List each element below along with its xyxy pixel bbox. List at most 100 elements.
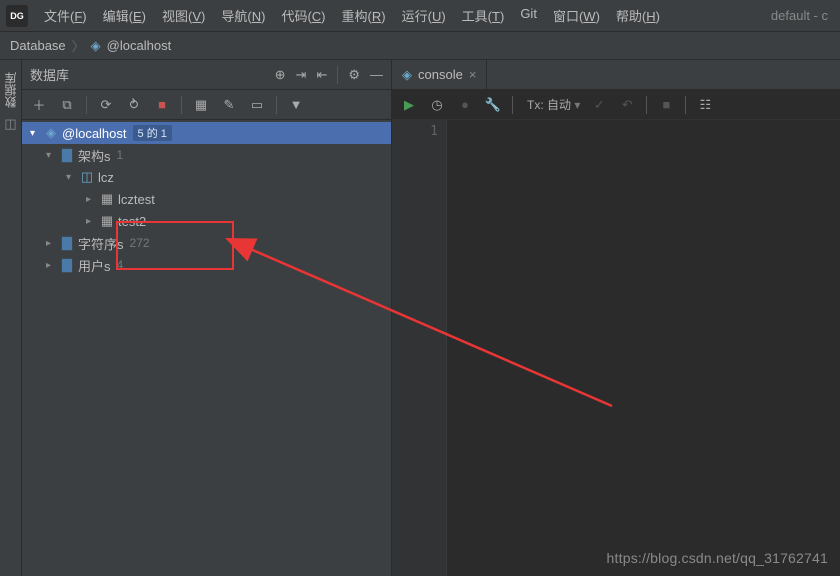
panel-toolbar: ＋ ⧉ ⟳ ⥁ ■ ▦ ✎ ▭ ▼ bbox=[22, 90, 391, 120]
menu-工具[interactable]: 工具(T) bbox=[454, 2, 513, 29]
separator bbox=[512, 96, 513, 114]
query-icon[interactable]: ▭ bbox=[248, 97, 266, 113]
disabled-icon: ● bbox=[456, 97, 474, 112]
editor-tabs: ◈ console × bbox=[392, 60, 840, 90]
editor-area: ◈ console × ▶ ◷ ● 🔧 Tx: 自动 ▾ ✓ ↶ ■ ☷ 1 bbox=[392, 60, 840, 576]
collapse-icon[interactable]: ⇥ bbox=[296, 67, 307, 83]
node-count: 4 bbox=[117, 258, 124, 272]
panel-header: 数据库 ⊕ ⇥ ⇤ ⚙ — bbox=[22, 60, 391, 90]
chevron-right-icon: ▸ bbox=[86, 216, 98, 227]
tree-node-schemas[interactable]: ▾ ▇ 架构s 1 bbox=[22, 144, 391, 166]
separator bbox=[337, 66, 338, 84]
editor-body[interactable]: 1 bbox=[392, 120, 840, 576]
editor-tab-console[interactable]: ◈ console × bbox=[392, 60, 487, 89]
menu-帮助[interactable]: 帮助(H) bbox=[608, 2, 668, 29]
rollback-icon[interactable]: ↶ bbox=[618, 97, 636, 113]
chevron-right-icon: ▸ bbox=[86, 194, 98, 205]
stop-exec-icon: ■ bbox=[657, 97, 675, 112]
tree-node-lcz[interactable]: ▾ ◫ lcz bbox=[22, 166, 391, 188]
folder-icon: ▇ bbox=[58, 235, 76, 251]
node-count: 272 bbox=[130, 236, 150, 250]
target-icon[interactable]: ⊕ bbox=[275, 67, 286, 83]
editor-gutter: 1 bbox=[392, 120, 447, 576]
hide-icon[interactable]: — bbox=[370, 67, 383, 82]
refresh-icon[interactable]: ⟳ bbox=[97, 97, 115, 113]
breadcrumb-separator: 〉 bbox=[72, 36, 85, 55]
menu-窗口[interactable]: 窗口(W) bbox=[545, 2, 608, 29]
menu-重构[interactable]: 重构(R) bbox=[334, 2, 394, 29]
separator bbox=[646, 96, 647, 114]
menu-文件[interactable]: 文件(F) bbox=[36, 2, 95, 29]
edit-icon[interactable]: ✎ bbox=[220, 97, 238, 113]
table-view-icon[interactable]: ▦ bbox=[192, 97, 210, 113]
history-icon[interactable]: ◷ bbox=[428, 97, 446, 113]
chevron-down-icon: ▾ bbox=[66, 172, 78, 183]
database-tree: ▾ ◈ @localhost 5 的 1 ▾ ▇ 架构s 1 ▾ ◫ lcz ▸… bbox=[22, 120, 391, 576]
watermark: https://blog.csdn.net/qq_31762741 bbox=[607, 550, 828, 566]
play-icon[interactable]: ▶ bbox=[400, 97, 418, 113]
line-number: 1 bbox=[400, 124, 438, 139]
tree-node-charsets[interactable]: ▸ ▇ 字符序s 272 bbox=[22, 232, 391, 254]
chevron-down-icon: ▾ bbox=[30, 128, 42, 139]
node-label: test2 bbox=[118, 214, 146, 229]
chevron-right-icon: ▸ bbox=[46, 238, 58, 249]
schema-icon: ◫ bbox=[78, 169, 96, 185]
close-icon[interactable]: × bbox=[469, 67, 477, 82]
breadcrumb-root[interactable]: Database bbox=[10, 38, 66, 53]
chevron-right-icon: ▸ bbox=[46, 260, 58, 271]
tree-node-table-test2[interactable]: ▸ ▦ test2 bbox=[22, 210, 391, 232]
node-label: lcztest bbox=[118, 192, 155, 207]
menu-运行[interactable]: 运行(U) bbox=[394, 2, 454, 29]
breadcrumb: Database 〉 ◈ @localhost bbox=[0, 32, 840, 60]
tool-window-tab-database[interactable]: 数据库 bbox=[2, 72, 19, 108]
tree-node-datasource[interactable]: ▾ ◈ @localhost 5 的 1 bbox=[22, 122, 391, 144]
breadcrumb-db[interactable]: @localhost bbox=[107, 38, 172, 53]
database-strip-icon: ◫ bbox=[4, 116, 16, 132]
tool-window-strip: 数据库 ◫ bbox=[0, 60, 22, 576]
database-icon: ◈ bbox=[91, 38, 101, 54]
node-badge: 5 的 1 bbox=[133, 125, 172, 141]
main-menu-bar: DG 文件(F)编辑(E)视图(V)导航(N)代码(C)重构(R)运行(U)工具… bbox=[0, 0, 840, 32]
chevron-down-icon: ▾ bbox=[46, 150, 58, 161]
folder-icon: ▇ bbox=[58, 257, 76, 273]
console-icon: ◈ bbox=[402, 67, 412, 83]
sync-icon[interactable]: ⥁ bbox=[125, 97, 143, 113]
copy-icon[interactable]: ⧉ bbox=[58, 97, 76, 113]
separator bbox=[86, 96, 87, 114]
tab-label: console bbox=[418, 67, 463, 82]
tree-node-users[interactable]: ▸ ▇ 用户s 4 bbox=[22, 254, 391, 276]
node-label: 架构s bbox=[78, 146, 111, 165]
menu-编辑[interactable]: 编辑(E) bbox=[95, 2, 154, 29]
separator bbox=[276, 96, 277, 114]
node-label: 用户s bbox=[78, 256, 111, 275]
menu-视图[interactable]: 视图(V) bbox=[154, 2, 213, 29]
plus-icon[interactable]: ＋ bbox=[30, 95, 48, 114]
node-label: @localhost bbox=[62, 126, 127, 141]
expand-icon[interactable]: ⇤ bbox=[316, 67, 327, 83]
database-panel: 数据库 ⊕ ⇥ ⇤ ⚙ — ＋ ⧉ ⟳ ⥁ ■ ▦ ✎ ▭ ▼ ▾ ◈ bbox=[22, 60, 392, 576]
editor-toolbar: ▶ ◷ ● 🔧 Tx: 自动 ▾ ✓ ↶ ■ ☷ bbox=[392, 90, 840, 120]
separator bbox=[181, 96, 182, 114]
app-logo: DG bbox=[6, 5, 28, 27]
status-right: default - c bbox=[771, 8, 836, 23]
layout-icon[interactable]: ☷ bbox=[696, 97, 714, 113]
tree-node-table-lcztest[interactable]: ▸ ▦ lcztest bbox=[22, 188, 391, 210]
table-icon: ▦ bbox=[98, 191, 116, 207]
node-label: 字符序s bbox=[78, 234, 124, 253]
panel-title: 数据库 bbox=[30, 65, 265, 84]
datasource-icon: ◈ bbox=[42, 125, 60, 141]
gear-icon[interactable]: ⚙ bbox=[348, 67, 360, 83]
menu-代码[interactable]: 代码(C) bbox=[273, 2, 333, 29]
filter-icon[interactable]: ▼ bbox=[287, 97, 305, 112]
stop-icon[interactable]: ■ bbox=[153, 97, 171, 112]
commit-icon[interactable]: ✓ bbox=[590, 97, 608, 113]
node-label: lcz bbox=[98, 170, 114, 185]
menu-git[interactable]: Git bbox=[512, 2, 545, 29]
tx-mode-label[interactable]: Tx: 自动 ▾ bbox=[527, 96, 580, 113]
wrench-icon[interactable]: 🔧 bbox=[484, 97, 502, 113]
separator bbox=[685, 96, 686, 114]
menu-导航[interactable]: 导航(N) bbox=[213, 2, 273, 29]
folder-icon: ▇ bbox=[58, 147, 76, 163]
table-icon: ▦ bbox=[98, 213, 116, 229]
node-count: 1 bbox=[117, 148, 124, 162]
